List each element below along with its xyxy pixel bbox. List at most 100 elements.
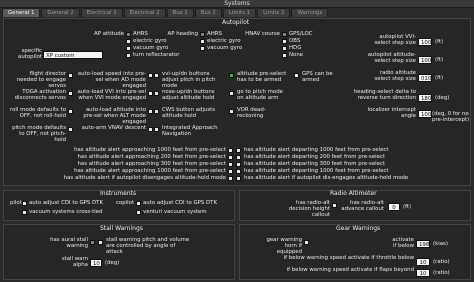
alert-approach-300-checkbox[interactable] (228, 162, 233, 167)
option-roll-off-label: roll mode defaults to OFF, not roll-hold (9, 107, 66, 119)
gear-warnings-title: Gear Warnings (336, 225, 381, 232)
stall-aoa-checkbox[interactable] (98, 240, 103, 245)
alert-dis-engage-checkbox[interactable] (236, 176, 241, 181)
tab-bus-2[interactable]: Bus 2 (194, 8, 222, 17)
heading-delta-unit: (deg) (435, 95, 450, 101)
gear-activate-field[interactable]: 198 (416, 240, 430, 248)
course-opt-none[interactable]: None (282, 52, 303, 58)
course-gps-checkbox[interactable] (282, 31, 287, 37)
gear-activate-label: activate if below (392, 237, 414, 249)
heading-opt-vacuum[interactable]: vacuum gyro (200, 45, 242, 51)
alert-depart-300-checkbox[interactable] (236, 162, 241, 167)
attitude-opt-electric[interactable]: electric gyro (126, 38, 167, 44)
pilot-auto-adjust-checkbox[interactable] (22, 200, 27, 206)
tab-electrical-2[interactable]: Electrical 2 (123, 8, 166, 17)
attitude-opt-ahrs[interactable]: AHRS (126, 31, 148, 37)
tab-general-2[interactable]: General 2 (41, 8, 80, 17)
option-vor-dr-checkbox[interactable] (229, 109, 234, 114)
attitude-ahrs-checkbox[interactable] (126, 31, 131, 37)
option-pitch-on-arm-label: go to pitch mode on altitude arm (237, 89, 283, 101)
option-nose-updn-checkbox[interactable] (154, 91, 159, 96)
tab-limits-2[interactable]: Limits 2 (257, 8, 291, 17)
option-autoload-vvi-checkbox[interactable] (148, 91, 153, 96)
alert-approach-checkbox[interactable] (228, 148, 233, 153)
attitude-opt-turn[interactable]: turn reflectarator (126, 52, 179, 58)
course-obs-checkbox[interactable] (282, 38, 287, 44)
copilot-auto-adjust[interactable]: auto adjust CDI to GPS DTK (136, 200, 217, 206)
alert-approach-200-label: has altitude alert approaching 200 feet … (77, 154, 227, 160)
option-alt-preselect-checkbox[interactable] (229, 73, 234, 78)
tab-warnings[interactable]: Warnings (291, 8, 329, 17)
vvi-step-field[interactable]: 100 (418, 38, 432, 46)
alert-disengage-checkbox[interactable] (228, 176, 233, 181)
radio-altimeter-title: Radio Altimeter (330, 190, 377, 197)
tab-limits-1[interactable]: Limits 1 (222, 8, 257, 17)
course-none-checkbox[interactable] (282, 52, 287, 58)
gear-flaps-field[interactable]: 10 (416, 269, 430, 277)
option-ian-label: Integrated Approach Navigation (162, 125, 218, 137)
heading-delta-field[interactable]: 180 (418, 94, 432, 102)
autopilot-title: Autopilot (222, 19, 250, 26)
option-autoload-alt-checkbox[interactable] (148, 109, 153, 114)
course-hdg-checkbox[interactable] (282, 45, 287, 51)
specific-autopilot-field[interactable]: XP custom (43, 51, 103, 59)
gear-throttle-unit: (ratio) (433, 259, 450, 265)
heading-opt-electric[interactable]: electric gyro (200, 38, 241, 44)
option-nose-updn-label: nose-up/dn buttons adjust altitude hold (162, 89, 215, 101)
course-opt-gps[interactable]: GPS/LOC (282, 31, 312, 37)
localizer-intercept-field[interactable]: 100 (418, 110, 432, 118)
option-fd-needed-checkbox[interactable] (68, 73, 73, 78)
alert-depart-checkbox[interactable] (236, 148, 241, 153)
option-gps-arm-checkbox[interactable] (294, 73, 299, 78)
gear-throttle-field[interactable]: 10 (416, 258, 430, 266)
aural-stall-checkbox[interactable] (90, 240, 95, 245)
heading-vacuum-checkbox[interactable] (200, 45, 205, 51)
option-vnav-checkbox[interactable] (148, 127, 153, 132)
pilot-vacuum-crosstied[interactable]: vacuum systems cross-tied (22, 209, 103, 215)
option-fd-needed-label: flight director needed to engage servos (16, 71, 66, 89)
option-vvi-pitch-checkbox[interactable] (154, 73, 159, 78)
stall-alpha-field[interactable]: 10 (90, 259, 102, 267)
alert-depart-300-label: has altitude alert departing 300 feet fr… (244, 161, 386, 167)
radio-alt-step-field[interactable]: 010 (418, 74, 432, 82)
option-ian-checkbox[interactable] (154, 127, 159, 132)
course-opt-hdg[interactable]: HDG (282, 45, 301, 51)
copilot-venturi-checkbox[interactable] (136, 209, 141, 215)
alert-depart-1000-checkbox[interactable] (236, 169, 241, 174)
tab-general-1[interactable]: General 1 (2, 8, 41, 17)
course-opt-obs[interactable]: OBS (282, 38, 300, 44)
option-vor-dr-label: VOR dead-reckoning (237, 107, 266, 119)
attitude-turn-checkbox[interactable] (126, 52, 131, 58)
tab-bus-1[interactable]: Bus 1 (166, 8, 194, 17)
attitude-opt-vacuum[interactable]: vacuum gyro (126, 45, 168, 51)
advance-callout-label: has radio-alt advance callout (341, 200, 384, 212)
option-cws-checkbox[interactable] (154, 109, 159, 114)
alert-approach-1000-checkbox[interactable] (228, 169, 233, 174)
tab-electrical-1[interactable]: Electrical 1 (80, 8, 123, 17)
option-vvi-pitch-label: vvi-up/dn buttons adjust pitch in pitch … (162, 71, 216, 89)
heading-ahrs-checkbox[interactable] (200, 31, 205, 37)
option-autoload-speed-checkbox[interactable] (148, 73, 153, 78)
copilot-venturi[interactable]: venturi vacuum system (136, 209, 207, 215)
pilot-auto-adjust[interactable]: auto adjust CDI to GPS DTK (22, 200, 103, 206)
attitude-vacuum-checkbox[interactable] (126, 45, 131, 51)
alert-disengage-label: has altitude alert if autopilot disengag… (63, 175, 226, 181)
ap-attitude-label: AP attitude (94, 31, 124, 37)
option-roll-off-checkbox[interactable] (68, 109, 73, 114)
localizer-intercept-label: localizer intercept angle (367, 107, 416, 119)
heading-electric-checkbox[interactable] (200, 38, 205, 44)
option-toga-checkbox[interactable] (68, 91, 73, 96)
pilot-vacuum-checkbox[interactable] (22, 209, 27, 215)
alert-depart-200-checkbox[interactable] (236, 155, 241, 160)
gear-horn-checkbox[interactable] (304, 240, 309, 245)
attitude-electric-checkbox[interactable] (126, 38, 131, 44)
decision-height-checkbox[interactable] (332, 203, 337, 208)
copilot-label: copilot (116, 200, 135, 206)
advance-callout-field[interactable]: 0 (388, 203, 400, 211)
option-pitch-on-arm-checkbox[interactable] (229, 91, 234, 96)
alert-approach-200-checkbox[interactable] (228, 155, 233, 160)
option-pitch-off-checkbox[interactable] (68, 127, 73, 132)
heading-opt-ahrs[interactable]: AHRS (200, 31, 222, 37)
copilot-auto-adjust-checkbox[interactable] (136, 200, 141, 206)
alt-step-field[interactable]: 100 (418, 56, 432, 64)
